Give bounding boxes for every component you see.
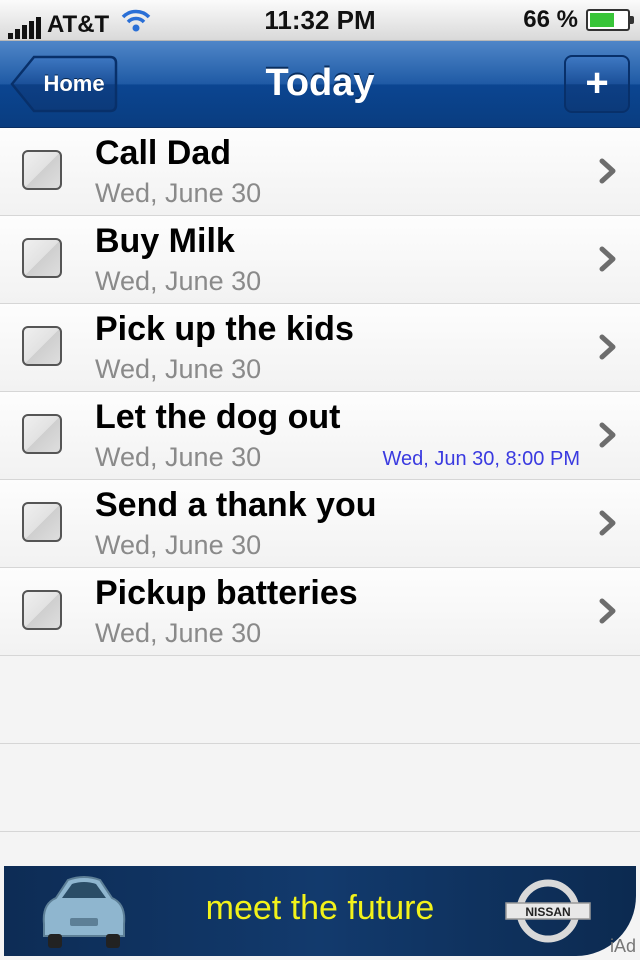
status-bar: AT&T 11:32 PM 66 % xyxy=(0,0,640,41)
svg-text:NISSAN: NISSAN xyxy=(525,905,570,919)
task-row[interactable]: Let the dog out Wed, June 30 Wed, Jun 30… xyxy=(0,392,640,480)
status-right: 66 % xyxy=(523,6,634,34)
task-checkbox[interactable] xyxy=(22,150,62,190)
chevron-right-icon xyxy=(599,158,616,184)
task-row[interactable]: Send a thank you Wed, June 30 xyxy=(0,480,640,568)
task-title: Buy Milk xyxy=(95,222,235,260)
add-task-button[interactable]: + xyxy=(564,55,630,113)
task-date: Wed, June 30 xyxy=(95,618,262,648)
task-reminder: Wed, Jun 30, 8:00 PM xyxy=(382,448,580,470)
task-row[interactable]: Pickup batteries Wed, June 30 xyxy=(0,568,640,656)
task-list: Call Dad Wed, June 30 Buy Milk Wed, June… xyxy=(0,128,640,832)
chevron-right-icon xyxy=(599,422,616,448)
task-checkbox[interactable] xyxy=(22,238,62,278)
task-row[interactable]: Buy Milk Wed, June 30 xyxy=(0,216,640,304)
task-date: Wed, June 30 xyxy=(95,266,262,296)
task-date: Wed, June 30 xyxy=(95,530,262,560)
task-checkbox[interactable] xyxy=(22,590,62,630)
task-title: Pick up the kids xyxy=(95,310,354,348)
task-checkbox[interactable] xyxy=(22,502,62,542)
nissan-logo: NISSAN xyxy=(505,879,591,943)
task-date: Wed, June 30 xyxy=(95,442,262,472)
chevron-right-icon xyxy=(599,598,616,624)
chevron-right-icon xyxy=(599,246,616,272)
task-date: Wed, June 30 xyxy=(95,354,262,384)
empty-row xyxy=(0,744,640,832)
navigation-bar: Today Home + xyxy=(0,41,640,129)
task-row[interactable]: Call Dad Wed, June 30 xyxy=(0,128,640,216)
task-date: Wed, June 30 xyxy=(95,178,262,208)
task-title: Pickup batteries xyxy=(95,574,358,612)
chevron-right-icon xyxy=(599,510,616,536)
battery-percentage: 66 % xyxy=(523,6,578,33)
iad-badge: iAd xyxy=(610,936,637,956)
empty-row xyxy=(0,656,640,744)
battery-icon xyxy=(586,9,634,31)
task-title: Call Dad xyxy=(95,134,232,172)
task-checkbox[interactable] xyxy=(22,414,62,454)
task-title: Let the dog out xyxy=(95,398,341,436)
chevron-right-icon xyxy=(599,334,616,360)
task-title: Send a thank you xyxy=(95,486,377,524)
home-button-label: Home xyxy=(43,71,105,96)
battery-fill xyxy=(590,13,614,27)
task-checkbox[interactable] xyxy=(22,326,62,366)
task-row[interactable]: Pick up the kids Wed, June 30 xyxy=(0,304,640,392)
ad-banner[interactable]: meet the future NISSAN xyxy=(4,866,636,956)
home-back-button[interactable]: Home xyxy=(10,55,118,113)
